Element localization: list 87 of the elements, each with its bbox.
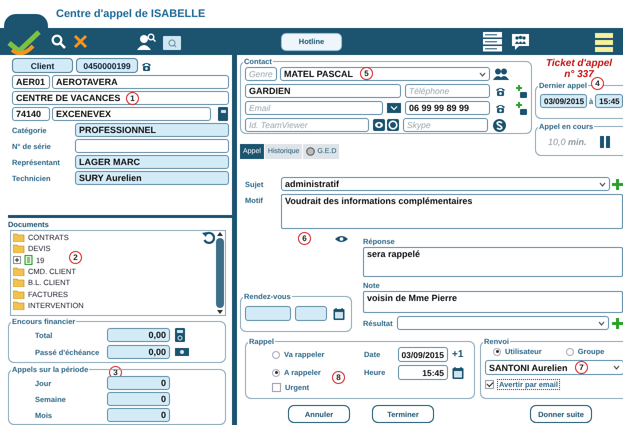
- ticket-title: Ticket d'appel n° 337: [544, 58, 614, 80]
- folder-icon: [13, 290, 25, 299]
- radio-button[interactable]: [272, 368, 280, 376]
- add-icon[interactable]: [612, 318, 623, 328]
- time-field: 15:45: [595, 94, 623, 108]
- scrollbar[interactable]: [215, 231, 225, 315]
- add-phone-icon[interactable]: [516, 102, 527, 114]
- phone-icon[interactable]: [495, 103, 506, 113]
- annotation-marker: 6: [298, 232, 311, 245]
- appointment-date-field[interactable]: [245, 306, 291, 321]
- mobile-field[interactable]: 06 99 99 89 99: [405, 101, 490, 115]
- call-duration: 10,0 min.: [548, 137, 587, 147]
- calendar-icon[interactable]: [452, 366, 464, 378]
- folder-icon: [13, 267, 25, 276]
- phone-number-button[interactable]: 0450000199: [76, 58, 138, 73]
- date-field: 03/09/2015: [540, 94, 587, 108]
- callback-date-field[interactable]: 03/09/2015: [398, 347, 448, 362]
- postcode-field[interactable]: 74140: [12, 107, 50, 121]
- client-code-field[interactable]: AER01: [12, 75, 50, 89]
- skype-icon[interactable]: [493, 118, 506, 132]
- menu-icon[interactable]: [595, 32, 613, 52]
- close-icon[interactable]: [73, 34, 88, 49]
- amount-field: 0,00: [107, 345, 170, 359]
- count-field: 0: [107, 408, 170, 422]
- annotation-marker: 8: [332, 371, 345, 384]
- city-field[interactable]: EXCENEVEX: [52, 107, 211, 121]
- answer-field[interactable]: sera rappelé: [363, 247, 623, 277]
- phone-icon[interactable]: [495, 86, 506, 96]
- scroll-down-icon[interactable]: [217, 310, 223, 314]
- genre-field[interactable]: Genre: [245, 67, 277, 81]
- contact-function-field[interactable]: GARDIEN: [245, 84, 401, 98]
- amount-field: 0,00: [107, 328, 170, 342]
- detail-field[interactable]: PROFESSIONNEL: [75, 123, 229, 137]
- reason-field[interactable]: Voudrait des informations complémentaires: [281, 194, 623, 229]
- count-field: 0: [107, 376, 170, 390]
- result-dropdown[interactable]: [397, 316, 609, 330]
- dropdown-button-icon[interactable]: [387, 103, 401, 113]
- add-phone-icon[interactable]: [516, 84, 527, 98]
- folder-icon: [13, 244, 25, 254]
- search-icon[interactable]: [51, 34, 66, 49]
- document-icon: [24, 255, 33, 266]
- group-chat-icon[interactable]: [511, 32, 530, 50]
- teamviewer-icon[interactable]: [373, 119, 385, 131]
- add-day-button[interactable]: +1: [452, 349, 468, 360]
- detail-field[interactable]: SURY Aurelien: [75, 171, 229, 185]
- expand-icon[interactable]: [13, 256, 21, 264]
- folder-icon: [13, 278, 25, 288]
- check-logo-icon[interactable]: [6, 28, 42, 54]
- folder-icon: [13, 300, 25, 310]
- subject-dropdown[interactable]: administratif: [281, 177, 610, 191]
- checkbox[interactable]: [272, 383, 281, 392]
- circle-icon: [306, 147, 316, 156]
- add-icon[interactable]: [612, 178, 623, 190]
- teamviewer-field[interactable]: Id. TeamViewer: [245, 118, 369, 132]
- contacts-icon[interactable]: [493, 68, 509, 80]
- scroll-up-icon[interactable]: [217, 232, 223, 236]
- radio-button[interactable]: [272, 350, 280, 358]
- remote-icon[interactable]: [387, 119, 399, 131]
- appointment-time-field[interactable]: [295, 306, 327, 321]
- pause-icon[interactable]: [600, 136, 610, 148]
- window-title: Centre d'appel de ISABELLE: [56, 8, 206, 20]
- radio-button[interactable]: [566, 348, 574, 356]
- checkbox[interactable]: [485, 380, 494, 389]
- address-book-icon[interactable]: [218, 107, 229, 121]
- banknote-icon: [175, 347, 189, 357]
- calendar-icon[interactable]: [333, 308, 345, 320]
- radio-button[interactable]: [493, 348, 501, 356]
- user-search-icon[interactable]: [137, 33, 156, 50]
- client-button[interactable]: Client: [12, 58, 73, 73]
- email-field[interactable]: Email: [245, 101, 383, 115]
- phone-field[interactable]: Téléphone: [405, 84, 490, 98]
- annotation-marker: 2: [69, 251, 82, 264]
- count-field: 0: [107, 392, 170, 406]
- annotation-marker: 4: [591, 77, 604, 90]
- callback-time-field[interactable]: 15:45: [398, 365, 448, 380]
- refresh-icon[interactable]: [202, 231, 215, 244]
- detail-field[interactable]: [75, 139, 229, 153]
- folder-search-icon[interactable]: [163, 34, 181, 50]
- detail-field[interactable]: LAGER MARC: [75, 155, 229, 169]
- note-field[interactable]: voisin de Mme Pierre: [363, 291, 623, 313]
- eye-icon[interactable]: [335, 235, 348, 243]
- list-icon[interactable]: [483, 32, 502, 52]
- skype-field[interactable]: Skype: [403, 118, 488, 132]
- calculator-icon: [175, 328, 185, 342]
- folder-icon: [13, 233, 25, 242]
- client-name-field[interactable]: AEROTAVERA: [52, 75, 229, 89]
- phone-icon[interactable]: [141, 60, 152, 70]
